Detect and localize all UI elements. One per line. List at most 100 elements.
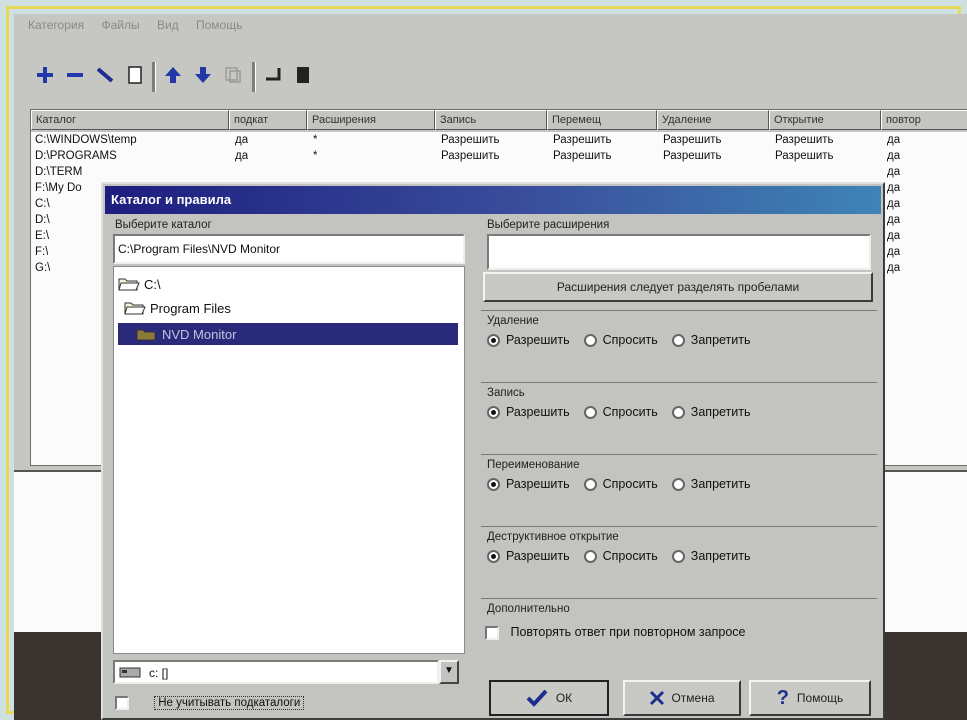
dialog-title[interactable]: Каталог и правила (105, 186, 881, 214)
radio-button[interactable] (671, 477, 685, 491)
col-delete[interactable]: Удаление (657, 110, 769, 130)
table-cell-rep: да (887, 150, 901, 162)
table-cell-path: D:\PROGRAMS (35, 150, 117, 162)
drive-select[interactable]: c: [] ▼ (113, 660, 459, 686)
radio-option[interactable]: Разрешить (487, 477, 570, 491)
col-subdirs[interactable]: подкат (229, 110, 307, 130)
plus-icon[interactable] (32, 60, 58, 90)
repeat-row[interactable]: Повторять ответ при повторном запросе (485, 625, 745, 640)
table-cell-sub: да (235, 150, 249, 162)
table-cell-write: Разрешить (441, 150, 500, 162)
radio-option[interactable]: Спросить (583, 333, 658, 347)
radio-option[interactable]: Спросить (583, 549, 658, 563)
radio-options: Разрешить Спросить Запретить (487, 477, 751, 491)
copy-icon[interactable] (220, 60, 246, 90)
open-folder-icon (118, 278, 140, 291)
radio-label: Разрешить (506, 333, 570, 347)
radio-button[interactable] (583, 477, 597, 491)
chevron-down-icon[interactable]: ▼ (439, 660, 459, 684)
menu-help[interactable]: Помощь (196, 18, 242, 32)
drive-value[interactable]: c: [] (113, 660, 439, 684)
col-catalog[interactable]: Каталог (31, 110, 229, 130)
radio-option[interactable]: Разрешить (487, 549, 570, 563)
radio-button[interactable] (671, 405, 685, 419)
black-square-icon[interactable] (290, 60, 316, 90)
table-cell-rep: да (887, 182, 901, 194)
cancel-button[interactable]: Отмена (623, 680, 741, 716)
radio-option[interactable]: Запретить (671, 405, 751, 419)
radio-option[interactable]: Запретить (671, 477, 751, 491)
col-open[interactable]: Открытие (769, 110, 881, 130)
radio-button[interactable] (583, 549, 597, 563)
col-extensions[interactable]: Расширения (307, 110, 435, 130)
up-arrow-icon[interactable] (160, 60, 186, 90)
tree-item-label: Program Files (150, 300, 231, 316)
radio-button[interactable] (671, 333, 685, 347)
close-icon (650, 690, 665, 706)
col-move[interactable]: Перемещ (547, 110, 657, 130)
radio-option[interactable]: Спросить (583, 477, 658, 491)
menu-files[interactable]: Файлы (101, 18, 139, 32)
subdirs-row[interactable]: Не учитывать подкаталоги (115, 696, 305, 711)
extensions-field[interactable] (487, 234, 871, 270)
radio-button[interactable] (671, 549, 685, 563)
radio-button[interactable] (487, 549, 500, 563)
radio-label: Запретить (690, 405, 751, 419)
table-row[interactable]: D:\PROGRAMS да * Разрешить Разрешить Разрешит… (31, 150, 967, 166)
choose-dir-label: Выберите каталог (115, 219, 212, 231)
radio-button[interactable] (487, 477, 500, 491)
extra-title: Дополнительно (487, 603, 570, 615)
minus-icon[interactable] (62, 60, 88, 90)
radio-option[interactable]: Запретить (671, 333, 751, 347)
down-arrow-icon[interactable] (190, 60, 216, 90)
page-icon[interactable] (122, 60, 148, 90)
radio-button[interactable] (583, 405, 597, 419)
radio-options: Разрешить Спросить Запретить (487, 405, 751, 419)
table-cell-path: C:\WINDOWS\temp (35, 134, 137, 146)
menu-category[interactable]: Категория (28, 18, 84, 32)
table-cell-del: Разрешить (663, 134, 722, 146)
tree-item[interactable]: C:\ (118, 273, 161, 295)
radio-button[interactable] (487, 333, 500, 347)
table-header: Каталог подкат Расширения Запись Перемещ… (31, 110, 967, 132)
radio-button[interactable] (583, 333, 597, 347)
col-repeat[interactable]: повтор (881, 110, 967, 130)
ext-hint-button[interactable]: Расширения следует разделять пробелами (483, 272, 873, 302)
menu-view[interactable]: Вид (157, 18, 179, 32)
table-cell-path: D:\TERM (35, 166, 83, 178)
repeat-checkbox[interactable] (485, 625, 499, 640)
drive-icon (119, 667, 141, 678)
table-row[interactable]: D:\TERM да (31, 166, 967, 182)
menu-bar: Категория Файлы Вид Помощь (14, 18, 967, 40)
radio-button[interactable] (487, 405, 500, 419)
path-field[interactable]: C:\Program Files\NVD Monitor (113, 234, 465, 264)
radio-group: Переименование Разрешить Спросить Запретить (481, 454, 877, 521)
help-label: Помощь (796, 691, 844, 705)
tree-item-label: C:\ (144, 276, 161, 292)
table-row[interactable]: C:\WINDOWS\temp да * Разрешить Разрешить Разр… (31, 134, 967, 150)
tree-item[interactable]: Program Files (124, 297, 231, 319)
directory-tree[interactable]: C:\ Program Files NVD Monitor (113, 266, 465, 654)
tree-item-selected[interactable]: NVD Monitor (118, 323, 458, 345)
radio-option[interactable]: Разрешить (487, 333, 570, 347)
folder-icon (136, 329, 156, 341)
drive-label: c: [] (149, 666, 169, 680)
radio-group: Деструктивное открытие Разрешить Спросить З… (481, 526, 877, 593)
table-cell-path: C:\ (35, 198, 50, 210)
radio-option[interactable]: Разрешить (487, 405, 570, 419)
radio-option[interactable]: Спросить (583, 405, 658, 419)
extra-group: Дополнительно Повторять ответ при повтор… (481, 598, 877, 659)
edit-icon[interactable] (92, 60, 118, 90)
radio-label: Спросить (602, 477, 658, 491)
table-cell-path: G:\ (35, 262, 51, 274)
col-write[interactable]: Запись (435, 110, 547, 130)
radio-option[interactable]: Запретить (671, 549, 751, 563)
radio-label: Спросить (602, 549, 658, 563)
ok-button[interactable]: ОК (489, 680, 609, 716)
table-cell-rep: да (887, 230, 901, 242)
split-icon[interactable] (260, 60, 286, 90)
radio-group-title: Переименование (487, 459, 580, 471)
table-cell-write: Разрешить (441, 134, 500, 146)
help-button[interactable]: ? Помощь (749, 680, 871, 716)
subdirs-checkbox[interactable] (115, 696, 129, 710)
